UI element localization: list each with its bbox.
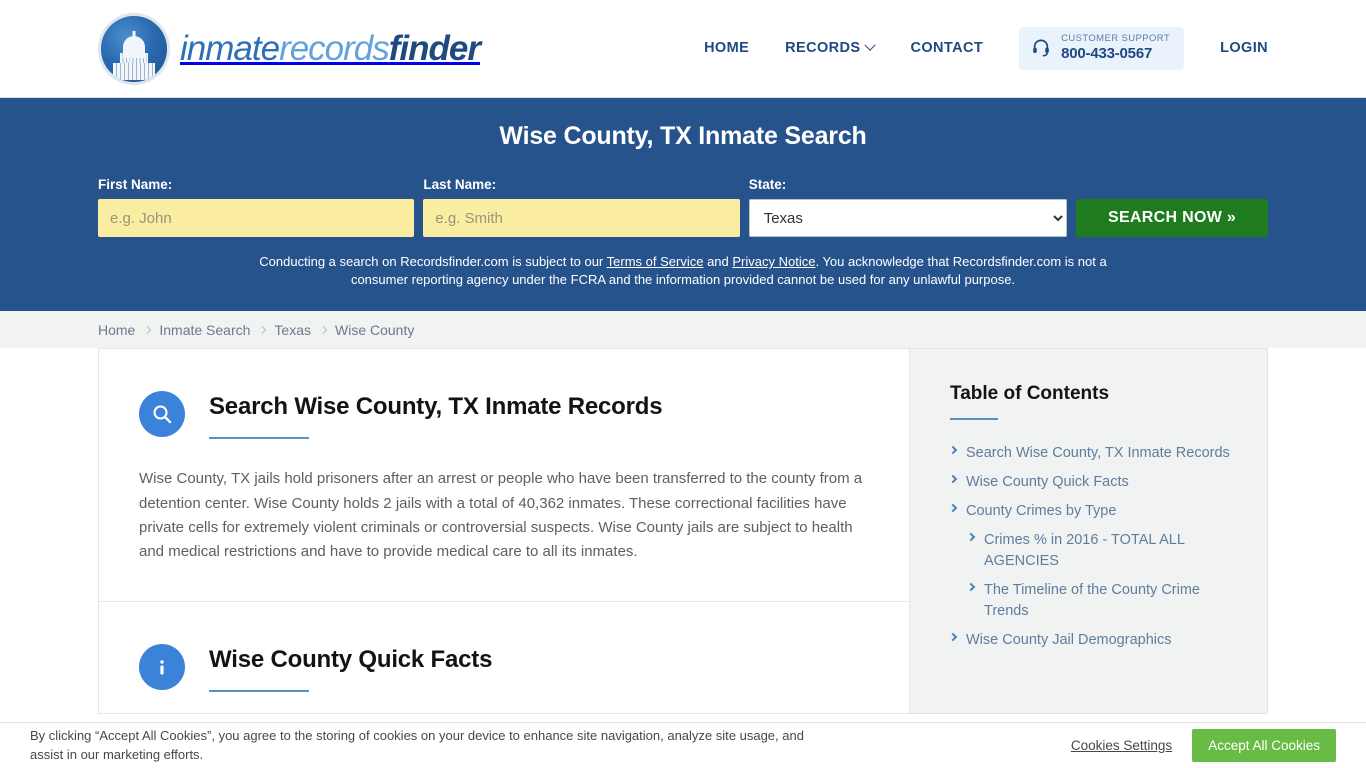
toc-item[interactable]: Wise County Quick Facts bbox=[948, 472, 1239, 493]
main-content: Search Wise County, TX Inmate Records Wi… bbox=[98, 348, 909, 729]
cookie-consent-bar: By clicking “Accept All Cookies”, you ag… bbox=[0, 722, 1366, 768]
section-search-records: Search Wise County, TX Inmate Records Wi… bbox=[99, 349, 909, 602]
chevron-down-icon bbox=[864, 39, 877, 52]
toc-item[interactable]: The Timeline of the County Crime Trends bbox=[950, 580, 1239, 622]
breadcrumb-item-home[interactable]: Home bbox=[98, 322, 135, 338]
nav-item-login-label: LOGIN bbox=[1220, 40, 1268, 57]
nav-item-home[interactable]: HOME bbox=[704, 40, 749, 56]
nav-item-home-label: HOME bbox=[704, 40, 750, 57]
breadcrumb-item-inmate-search[interactable]: Inmate Search bbox=[159, 322, 250, 338]
search-disclaimer: Conducting a search on Recordsfinder.com… bbox=[248, 253, 1118, 289]
nav-item-records[interactable]: RECORDS bbox=[785, 39, 877, 57]
main-navigation: HOME RECORDS CONTACT CUSTOMER SUPPORT 80… bbox=[704, 27, 1268, 70]
search-circle-icon bbox=[139, 391, 185, 438]
state-field-group: State: Texas bbox=[748, 177, 1068, 237]
first-name-field-group: First Name: bbox=[98, 177, 415, 237]
toc-underline bbox=[950, 418, 998, 421]
chevron-right-icon bbox=[966, 583, 976, 592]
last-name-field-group: Last Name: bbox=[423, 177, 740, 237]
toc-item[interactable]: Crimes % in 2016 - TOTAL ALL AGENCIES bbox=[950, 530, 1239, 572]
terms-of-service-link[interactable]: Terms of Service bbox=[607, 254, 704, 269]
title-underline bbox=[209, 689, 309, 692]
chevron-right-icon bbox=[966, 533, 976, 542]
section-title: Search Wise County, TX Inmate Records bbox=[209, 393, 663, 421]
last-name-input[interactable] bbox=[423, 199, 740, 237]
state-label: State: bbox=[748, 177, 787, 192]
section-body-text: Wise County, TX jails hold prisoners aft… bbox=[139, 470, 863, 561]
toc-link[interactable]: The Timeline of the County Crime Trends bbox=[984, 580, 1239, 622]
table-of-contents: Table of Contents Search Wise County, TX… bbox=[909, 348, 1268, 715]
nav-item-login[interactable]: LOGIN bbox=[1220, 40, 1268, 56]
chevron-right-icon bbox=[948, 446, 958, 455]
chevron-right-icon bbox=[258, 325, 267, 335]
nav-item-contact[interactable]: CONTACT bbox=[910, 40, 983, 56]
disclaimer-part2: and bbox=[703, 254, 733, 269]
search-now-button[interactable]: SEARCH NOW » bbox=[1076, 199, 1269, 237]
brand-wordmark: inmaterecordsfinder bbox=[180, 29, 481, 68]
hero-search-panel: Wise County, TX Inmate Search First Name… bbox=[0, 97, 1366, 312]
title-underline bbox=[209, 437, 309, 440]
headset-icon bbox=[1033, 39, 1049, 57]
toc-link[interactable]: Crimes % in 2016 - TOTAL ALL AGENCIES bbox=[984, 530, 1239, 572]
toc-list: Search Wise County, TX Inmate Records Wi… bbox=[948, 443, 1239, 651]
last-name-label: Last Name: bbox=[423, 177, 497, 192]
first-name-input[interactable] bbox=[98, 199, 415, 237]
toc-link[interactable]: Search Wise County, TX Inmate Records bbox=[966, 443, 1230, 464]
chevron-right-icon bbox=[948, 633, 958, 642]
accept-all-cookies-button[interactable]: Accept All Cookies bbox=[1192, 729, 1336, 762]
toc-item[interactable]: County Crimes by Type bbox=[948, 501, 1239, 522]
info-circle-icon bbox=[139, 643, 185, 690]
toc-item[interactable]: Wise County Jail Demographics bbox=[948, 630, 1239, 651]
toc-item[interactable]: Search Wise County, TX Inmate Records bbox=[948, 443, 1239, 464]
chevron-right-icon bbox=[948, 475, 958, 484]
chevron-right-icon bbox=[143, 325, 152, 335]
support-phone: 800-433-0567 bbox=[1061, 45, 1153, 63]
inmate-search-form: First Name: Last Name: State: Texas SEAR… bbox=[98, 177, 1269, 237]
site-header: inmaterecordsfinder HOME RECORDS CONTACT bbox=[0, 0, 1366, 97]
nav-item-records-label: RECORDS bbox=[785, 40, 861, 57]
breadcrumb-item-texas[interactable]: Texas bbox=[274, 322, 311, 338]
nav-item-contact-label: CONTACT bbox=[910, 40, 984, 57]
wordmark-part3: finder bbox=[388, 29, 481, 68]
wordmark-part2: records bbox=[279, 29, 390, 68]
disclaimer-part1: Conducting a search on Recordsfinder.com… bbox=[259, 254, 607, 269]
cookies-settings-link[interactable]: Cookies Settings bbox=[1071, 738, 1172, 753]
chevron-right-icon bbox=[948, 504, 958, 513]
toc-link[interactable]: County Crimes by Type bbox=[966, 501, 1116, 522]
cookie-consent-text: By clicking “Accept All Cookies”, you ag… bbox=[30, 727, 804, 762]
support-label: CUSTOMER SUPPORT bbox=[1061, 33, 1171, 45]
page-viewport: inmaterecordsfinder HOME RECORDS CONTACT bbox=[0, 0, 1366, 768]
section-quick-facts: Wise County Quick Facts bbox=[99, 602, 909, 729]
customer-support-button[interactable]: CUSTOMER SUPPORT 800-433-0567 bbox=[1019, 27, 1185, 70]
breadcrumb-item-current: Wise County bbox=[335, 321, 415, 338]
page-body: Search Wise County, TX Inmate Records Wi… bbox=[0, 348, 1366, 729]
capitol-dome-icon bbox=[98, 12, 170, 85]
state-select[interactable]: Texas bbox=[748, 199, 1068, 237]
toc-title: Table of Contents bbox=[950, 383, 1110, 405]
privacy-notice-link[interactable]: Privacy Notice bbox=[732, 254, 815, 269]
first-name-label: First Name: bbox=[98, 177, 173, 192]
chevron-right-icon bbox=[318, 325, 328, 335]
breadcrumb: Home Inmate Search Texas Wise County bbox=[0, 311, 1366, 349]
wordmark-part1: inmate bbox=[180, 29, 280, 68]
section-title: Wise County Quick Facts bbox=[209, 645, 493, 673]
site-logo[interactable]: inmaterecordsfinder bbox=[98, 12, 481, 85]
page-title: Wise County, TX Inmate Search bbox=[499, 122, 867, 150]
toc-link[interactable]: Wise County Jail Demographics bbox=[966, 630, 1172, 651]
toc-link[interactable]: Wise County Quick Facts bbox=[966, 472, 1129, 493]
